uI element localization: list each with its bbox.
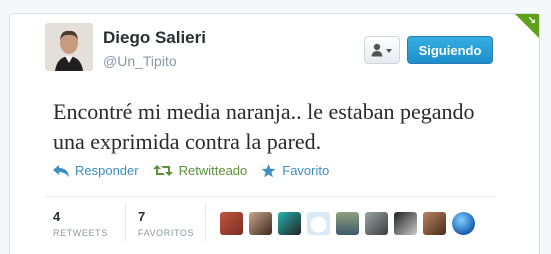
favorite-button[interactable]: Favorito [261,163,329,178]
avatar[interactable] [365,212,388,235]
display-name[interactable]: Diego Salieri [103,28,206,48]
retweets-stat[interactable]: 4 RETWEETS [53,209,108,238]
stat-divider [125,205,126,241]
favoriters-avatars [220,212,481,235]
tweet-actions: Responder Retwitteado Favorito [53,163,343,178]
reply-label: Responder [75,163,139,178]
stats-divider-line [45,196,495,197]
favorites-stat[interactable]: 7 FAVORITOS [138,209,194,238]
tweet-text: Encontré mi media naranja.. le estaban p… [53,99,475,154]
corner-arrow-icon: ↘ [527,15,536,26]
avatar[interactable] [249,212,272,235]
avatar[interactable] [394,212,417,235]
star-icon [261,163,276,177]
person-icon [371,43,392,57]
avatar[interactable] [423,212,446,235]
reply-icon [53,164,69,177]
avatar[interactable] [336,212,359,235]
avatar[interactable] [278,212,301,235]
retweeted-corner-flag: ↘ [515,14,539,38]
following-button[interactable]: Siguiendo [407,36,493,64]
retweets-label: RETWEETS [53,228,108,238]
favorite-label: Favorito [282,163,330,178]
stat-divider [205,205,206,241]
avatar[interactable] [307,212,330,235]
avatar[interactable] [220,212,243,235]
user-handle[interactable]: @Un_Tipito [103,53,177,69]
avatar[interactable] [452,212,475,235]
user-actions-dropdown-button[interactable] [364,36,400,64]
retweet-button[interactable]: Retwitteado [152,163,248,178]
favorites-label: FAVORITOS [138,228,195,238]
retweet-icon [152,165,173,176]
retweet-label: Retwitteado [178,163,248,178]
avatar[interactable] [45,23,93,71]
retweets-count: 4 [53,209,61,224]
favorites-count: 7 [138,209,146,224]
reply-button[interactable]: Responder [53,163,139,178]
